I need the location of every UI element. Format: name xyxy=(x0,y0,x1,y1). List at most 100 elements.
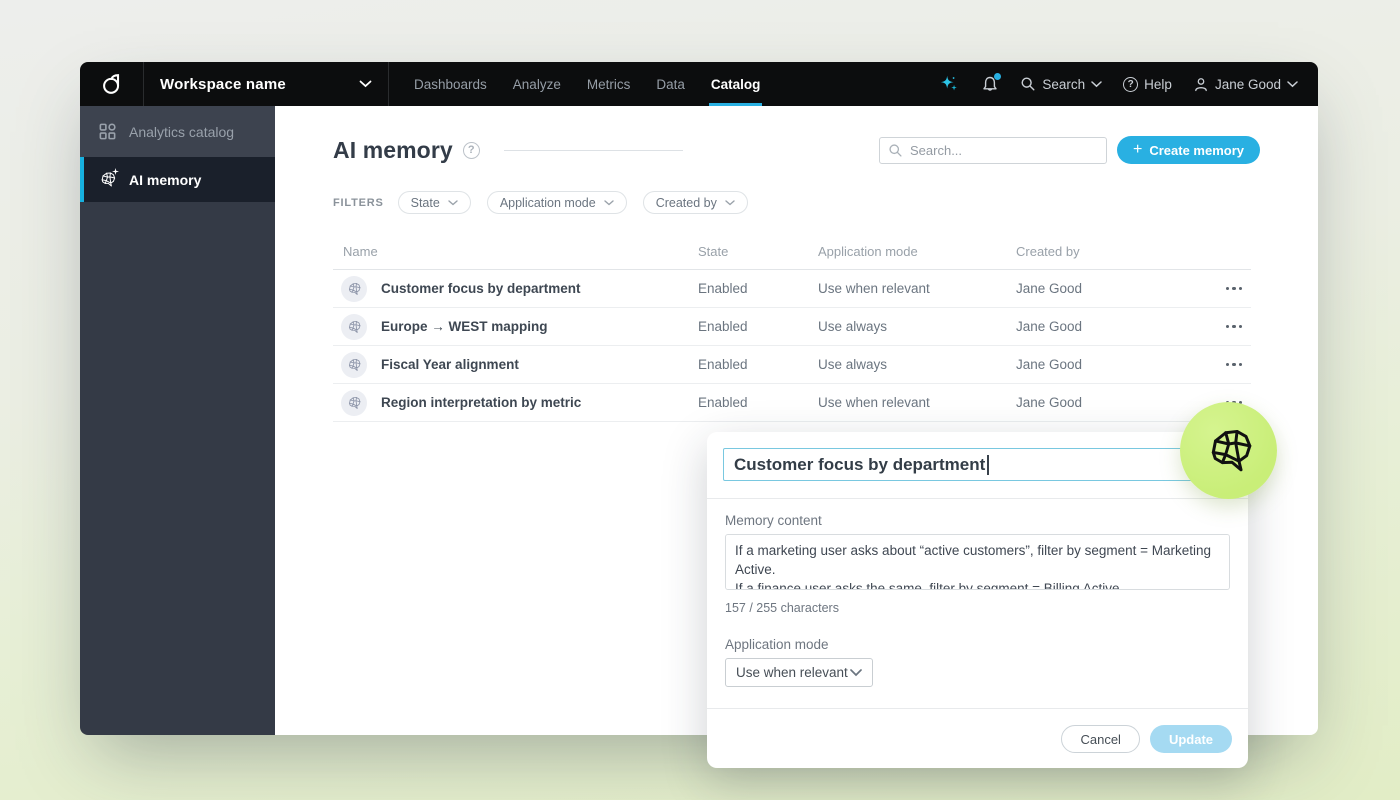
memory-name: Region interpretation by metric xyxy=(381,395,582,410)
memory-title-value: Customer focus by department xyxy=(734,454,986,474)
main-nav: Dashboards Analyze Metrics Data Catalog xyxy=(414,62,762,106)
filter-label: Created by xyxy=(655,195,717,210)
help-label: Help xyxy=(1144,76,1172,92)
col-created-by: Created by xyxy=(1016,244,1080,259)
memory-icon xyxy=(341,389,367,416)
chevron-down-icon xyxy=(850,668,862,676)
memory-state: Enabled xyxy=(698,281,748,296)
table-row[interactable]: Region interpretation by metric Enabled … xyxy=(333,384,1251,422)
col-state: State xyxy=(698,244,729,259)
filter-label: Application mode xyxy=(499,195,596,210)
memory-state: Enabled xyxy=(698,395,748,410)
chevron-down-icon xyxy=(604,199,614,205)
ai-memory-badge xyxy=(1180,402,1277,499)
memory-state: Enabled xyxy=(698,357,748,372)
filter-application-mode[interactable]: Application mode xyxy=(486,191,627,214)
header-divider xyxy=(503,149,684,151)
filter-label: State xyxy=(410,195,440,210)
memory-mode: Use when relevant xyxy=(818,395,930,410)
topbar-right-controls: Search ? Help Jane Good xyxy=(938,62,1318,106)
memory-state: Enabled xyxy=(698,319,748,334)
filter-state[interactable]: State xyxy=(397,191,471,214)
memory-content-label: Memory content xyxy=(725,513,822,528)
user-icon xyxy=(1195,77,1207,91)
text-caret xyxy=(987,454,989,475)
col-name: Name xyxy=(343,244,378,259)
nav-dashboards[interactable]: Dashboards xyxy=(414,62,487,106)
search-icon xyxy=(1021,77,1035,91)
page-title: AI memory xyxy=(333,136,453,163)
table-header: Name State Application mode Created by xyxy=(333,234,1251,270)
memory-title-input[interactable]: Customer focus by department xyxy=(723,448,1232,481)
chevron-down-icon xyxy=(725,199,735,205)
memory-mode: Use always xyxy=(818,319,888,334)
filter-created-by[interactable]: Created by xyxy=(642,191,748,214)
character-count: 157 / 255 characters xyxy=(725,601,839,615)
memory-icon xyxy=(341,351,367,378)
memory-icon xyxy=(341,313,367,340)
search-label: Search xyxy=(1042,76,1086,92)
nav-catalog[interactable]: Catalog xyxy=(708,62,762,106)
page-help-icon[interactable]: ? xyxy=(462,141,480,159)
memory-mode: Use always xyxy=(818,357,888,372)
create-memory-label: Create memory xyxy=(1149,142,1244,158)
memory-content-textarea[interactable]: If a marketing user asks about “active c… xyxy=(725,534,1230,590)
nav-data[interactable]: Data xyxy=(656,62,685,106)
ai-assistant-button[interactable] xyxy=(938,73,960,95)
row-menu-button[interactable] xyxy=(1221,279,1247,299)
sidebar-item-label: AI memory xyxy=(129,171,202,188)
gooddata-logo-icon xyxy=(102,74,119,94)
help-menu[interactable]: ? Help xyxy=(1123,76,1172,92)
chevron-down-icon xyxy=(1287,80,1298,87)
help-icon: ? xyxy=(1123,76,1139,92)
memory-table: Name State Application mode Created by C… xyxy=(333,234,1251,422)
memory-name: Fiscal Year alignment xyxy=(381,357,519,372)
cancel-button[interactable]: Cancel xyxy=(1061,725,1140,753)
application-mode-value: Use when relevant xyxy=(736,665,848,680)
row-menu-button[interactable] xyxy=(1221,355,1247,375)
workspace-name: Workspace name xyxy=(160,75,286,93)
update-button[interactable]: Update xyxy=(1149,725,1232,753)
memory-created-by: Jane Good xyxy=(1016,319,1083,334)
sidebar-item-ai-memory[interactable]: AI memory xyxy=(80,157,275,202)
table-row[interactable]: Europe → WEST mapping Enabled Use always… xyxy=(333,308,1251,346)
memory-created-by: Jane Good xyxy=(1016,357,1083,372)
memory-name: Europe → WEST mapping xyxy=(381,319,548,334)
chevron-down-icon xyxy=(448,199,458,205)
sparkle-icon xyxy=(941,75,958,91)
notifications-button[interactable] xyxy=(981,72,1002,94)
chevron-down-icon xyxy=(359,80,372,88)
nav-metrics[interactable]: Metrics xyxy=(587,62,631,106)
brain-sparkle-icon xyxy=(98,168,119,189)
plus-icon: + xyxy=(1133,140,1143,158)
workspace-switcher[interactable]: Workspace name xyxy=(144,62,389,106)
gooddata-logo[interactable] xyxy=(80,62,144,106)
memory-search-input[interactable] xyxy=(910,142,1098,158)
memory-icon xyxy=(341,275,367,302)
sidebar-item-analytics-catalog[interactable]: Analytics catalog xyxy=(80,106,275,157)
memory-search-box xyxy=(879,136,1107,164)
table-row[interactable]: Customer focus by department Enabled Use… xyxy=(333,270,1251,308)
global-search[interactable]: Search xyxy=(1020,76,1102,92)
application-mode-select[interactable]: Use when relevant xyxy=(725,658,873,687)
memory-created-by: Jane Good xyxy=(1016,281,1083,296)
brain-icon xyxy=(1200,422,1258,480)
memory-created-by: Jane Good xyxy=(1016,395,1083,410)
top-navigation-bar: Workspace name Dashboards Analyze Metric… xyxy=(80,62,1318,106)
user-menu[interactable]: Jane Good xyxy=(1193,76,1298,93)
sidebar: Analytics catalog AI memory xyxy=(80,106,275,735)
row-menu-button[interactable] xyxy=(1221,317,1247,337)
col-application-mode: Application mode xyxy=(818,244,918,259)
filters-bar: FILTERS State Application mode Created b… xyxy=(333,191,1260,214)
create-memory-button[interactable]: + Create memory xyxy=(1117,136,1260,164)
table-row[interactable]: Fiscal Year alignment Enabled Use always… xyxy=(333,346,1251,384)
edit-memory-dialog: Customer focus by department Memory cont… xyxy=(707,432,1248,768)
nav-analyze[interactable]: Analyze xyxy=(513,62,561,106)
search-icon xyxy=(889,143,902,157)
notification-dot xyxy=(994,72,1002,80)
user-name: Jane Good xyxy=(1214,76,1281,92)
memory-mode: Use when relevant xyxy=(818,281,930,296)
filters-label: FILTERS xyxy=(333,196,384,209)
memory-name: Customer focus by department xyxy=(381,281,581,296)
grid-icon xyxy=(99,123,116,140)
